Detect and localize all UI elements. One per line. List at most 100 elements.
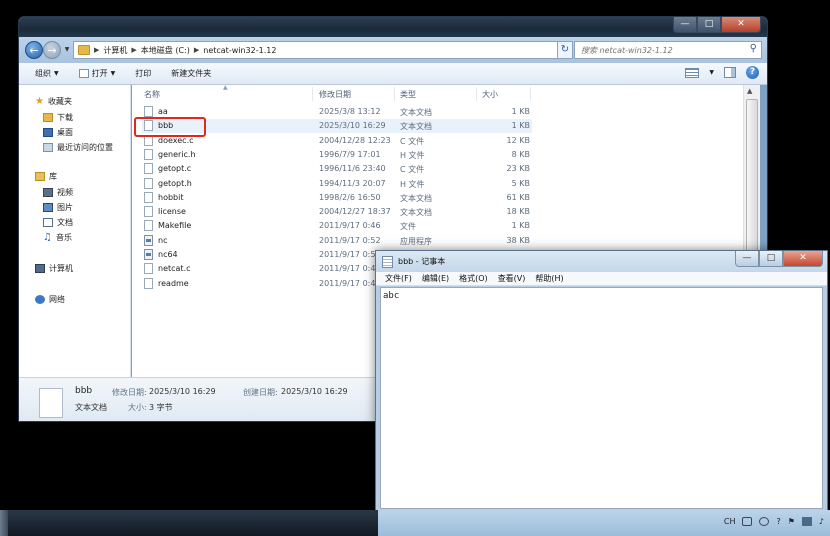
notepad-text-area[interactable]: abc xyxy=(380,287,823,509)
text-file-icon xyxy=(144,163,153,175)
nav-music[interactable]: ♫ 音乐 xyxy=(43,232,72,243)
minimize-button[interactable]: — xyxy=(735,251,759,267)
column-divider[interactable] xyxy=(312,87,313,101)
open-button[interactable]: 打开 ▼ xyxy=(69,68,126,79)
file-type: 文本文档 xyxy=(400,193,432,203)
notepad-titlebar[interactable]: bbb - 记事本 — □ ✕ xyxy=(376,251,827,272)
menu-format[interactable]: 格式(O) xyxy=(454,273,493,284)
application-icon xyxy=(144,249,153,260)
menu-help[interactable]: 帮助(H) xyxy=(530,273,568,284)
forward-button[interactable]: → xyxy=(43,41,61,59)
help-icon[interactable]: ? xyxy=(746,66,759,79)
folder-icon xyxy=(78,45,90,55)
new-folder-button[interactable]: 新建文件夹 xyxy=(161,68,221,79)
scroll-up-icon[interactable]: ▲ xyxy=(747,87,752,95)
chevron-right-icon[interactable]: ▶ xyxy=(131,46,136,54)
maximize-button[interactable]: □ xyxy=(759,251,783,267)
column-divider[interactable] xyxy=(530,87,531,101)
file-size: 1 KB xyxy=(511,221,530,231)
file-row[interactable]: Makefile 2011/9/17 0:46 文件 1 KB xyxy=(142,219,532,233)
library-icon xyxy=(35,172,45,181)
network-icon[interactable] xyxy=(801,517,812,526)
text-file-icon xyxy=(144,206,153,218)
chevron-right-icon[interactable]: ▶ xyxy=(94,46,99,54)
chevron-down-icon: ▼ xyxy=(110,70,116,77)
file-type: 文件 xyxy=(400,222,416,232)
nav-computer[interactable]: 计算机 xyxy=(35,263,73,274)
settings-icon[interactable] xyxy=(759,517,770,526)
taskbar-active-area: CH ? ⚑ ♪ xyxy=(378,510,830,536)
nav-desktop[interactable]: 桌面 xyxy=(43,127,73,138)
breadcrumb-computer[interactable]: 计算机 xyxy=(103,45,127,56)
column-header-size[interactable]: 大小 xyxy=(482,89,498,100)
network-icon xyxy=(35,295,45,304)
file-type: H 文件 xyxy=(400,179,425,189)
preview-pane-icon[interactable] xyxy=(724,67,736,78)
column-divider[interactable] xyxy=(476,87,477,101)
print-button[interactable]: 打印 xyxy=(125,68,161,79)
nav-network[interactable]: 网络 xyxy=(35,294,65,305)
nav-documents[interactable]: 文档 xyxy=(43,217,73,228)
menu-file[interactable]: 文件(F) xyxy=(380,273,417,284)
nav-videos[interactable]: 视频 xyxy=(43,187,73,198)
breadcrumb-folder[interactable]: netcat-win32-1.12 xyxy=(203,46,276,55)
file-thumbnail-icon xyxy=(39,388,63,418)
language-indicator[interactable]: CH xyxy=(724,517,736,526)
keyboard-icon[interactable] xyxy=(742,517,753,526)
file-type: C 文件 xyxy=(400,136,425,146)
organize-button[interactable]: 组织 ▼ xyxy=(25,68,69,79)
search-input[interactable] xyxy=(579,42,744,58)
column-header-name[interactable]: 名称 xyxy=(144,89,160,100)
view-dropdown-icon[interactable]: ▼ xyxy=(709,69,714,76)
volume-icon[interactable]: ♪ xyxy=(819,517,824,526)
refresh-button[interactable]: ↻ xyxy=(557,41,573,59)
file-row[interactable]: generic.h 1996/7/9 17:01 H 文件 8 KB xyxy=(142,148,532,162)
column-header-date[interactable]: 修改日期 xyxy=(319,89,351,100)
help-icon[interactable]: ? xyxy=(776,517,780,526)
file-date: 2004/12/28 12:23 xyxy=(319,135,391,145)
breadcrumb-drive[interactable]: 本地磁盘 (C:) xyxy=(141,45,190,56)
nav-favorites[interactable]: ★ 收藏夹 xyxy=(35,96,72,107)
nav-downloads[interactable]: 下载 xyxy=(43,112,73,123)
chevron-right-icon[interactable]: ▶ xyxy=(194,46,199,54)
details-created-value: 2025/3/10 16:29 xyxy=(281,387,348,396)
file-size: 5 KB xyxy=(511,178,530,188)
search-icon[interactable]: ⚲ xyxy=(750,43,757,54)
minimize-button[interactable]: — xyxy=(673,17,697,33)
maximize-button[interactable]: □ xyxy=(697,17,721,33)
text-file-icon xyxy=(144,263,153,275)
nav-recent[interactable]: 最近访问的位置 xyxy=(43,142,113,153)
address-bar[interactable]: ▶ 计算机 ▶ 本地磁盘 (C:) ▶ netcat-win32-1.12 ▼ xyxy=(73,41,573,59)
file-row[interactable]: hobbit 1998/2/6 16:50 文本文档 61 KB xyxy=(142,191,532,205)
explorer-titlebar[interactable]: — □ ✕ xyxy=(19,17,767,37)
documents-icon xyxy=(43,218,53,227)
file-date: 1998/2/6 16:50 xyxy=(319,192,381,202)
file-row[interactable]: nc 2011/9/17 0:52 应用程序 38 KB xyxy=(142,234,532,248)
file-row[interactable]: getopt.h 1994/11/3 20:07 H 文件 5 KB xyxy=(142,177,532,191)
file-date: 2011/9/17 0:4 xyxy=(319,264,376,274)
open-icon xyxy=(78,69,89,78)
history-dropdown-icon[interactable]: ▼ xyxy=(63,46,71,54)
close-button[interactable]: ✕ xyxy=(783,251,823,267)
organize-label: 组织 xyxy=(35,69,51,78)
pictures-icon xyxy=(43,203,53,212)
close-button[interactable]: ✕ xyxy=(721,17,761,33)
address-row: ← → ▼ ▶ 计算机 ▶ 本地磁盘 (C:) ▶ netcat-win32-1… xyxy=(19,37,767,63)
menu-edit[interactable]: 编辑(E) xyxy=(417,273,454,284)
text-file-icon xyxy=(144,220,153,232)
nav-pictures[interactable]: 图片 xyxy=(43,202,73,213)
flag-icon[interactable]: ⚑ xyxy=(788,517,795,526)
back-button[interactable]: ← xyxy=(25,41,43,59)
file-row[interactable]: license 2004/12/27 18:37 文本文档 18 KB xyxy=(142,205,532,219)
details-file-type: 文本文档 xyxy=(75,403,107,412)
column-divider[interactable] xyxy=(394,87,395,101)
search-box[interactable]: ⚲ xyxy=(574,41,762,59)
file-row[interactable]: getopt.c 1996/11/6 23:40 C 文件 23 KB xyxy=(142,162,532,176)
column-header-type[interactable]: 类型 xyxy=(400,89,416,100)
file-date: 2025/3/10 16:29 xyxy=(319,121,386,131)
view-options-icon[interactable] xyxy=(685,67,700,78)
details-created-label: 创建日期: xyxy=(243,388,278,397)
start-area[interactable] xyxy=(0,510,8,536)
menu-view[interactable]: 查看(V) xyxy=(493,273,531,284)
nav-libraries[interactable]: 库 xyxy=(35,171,57,182)
